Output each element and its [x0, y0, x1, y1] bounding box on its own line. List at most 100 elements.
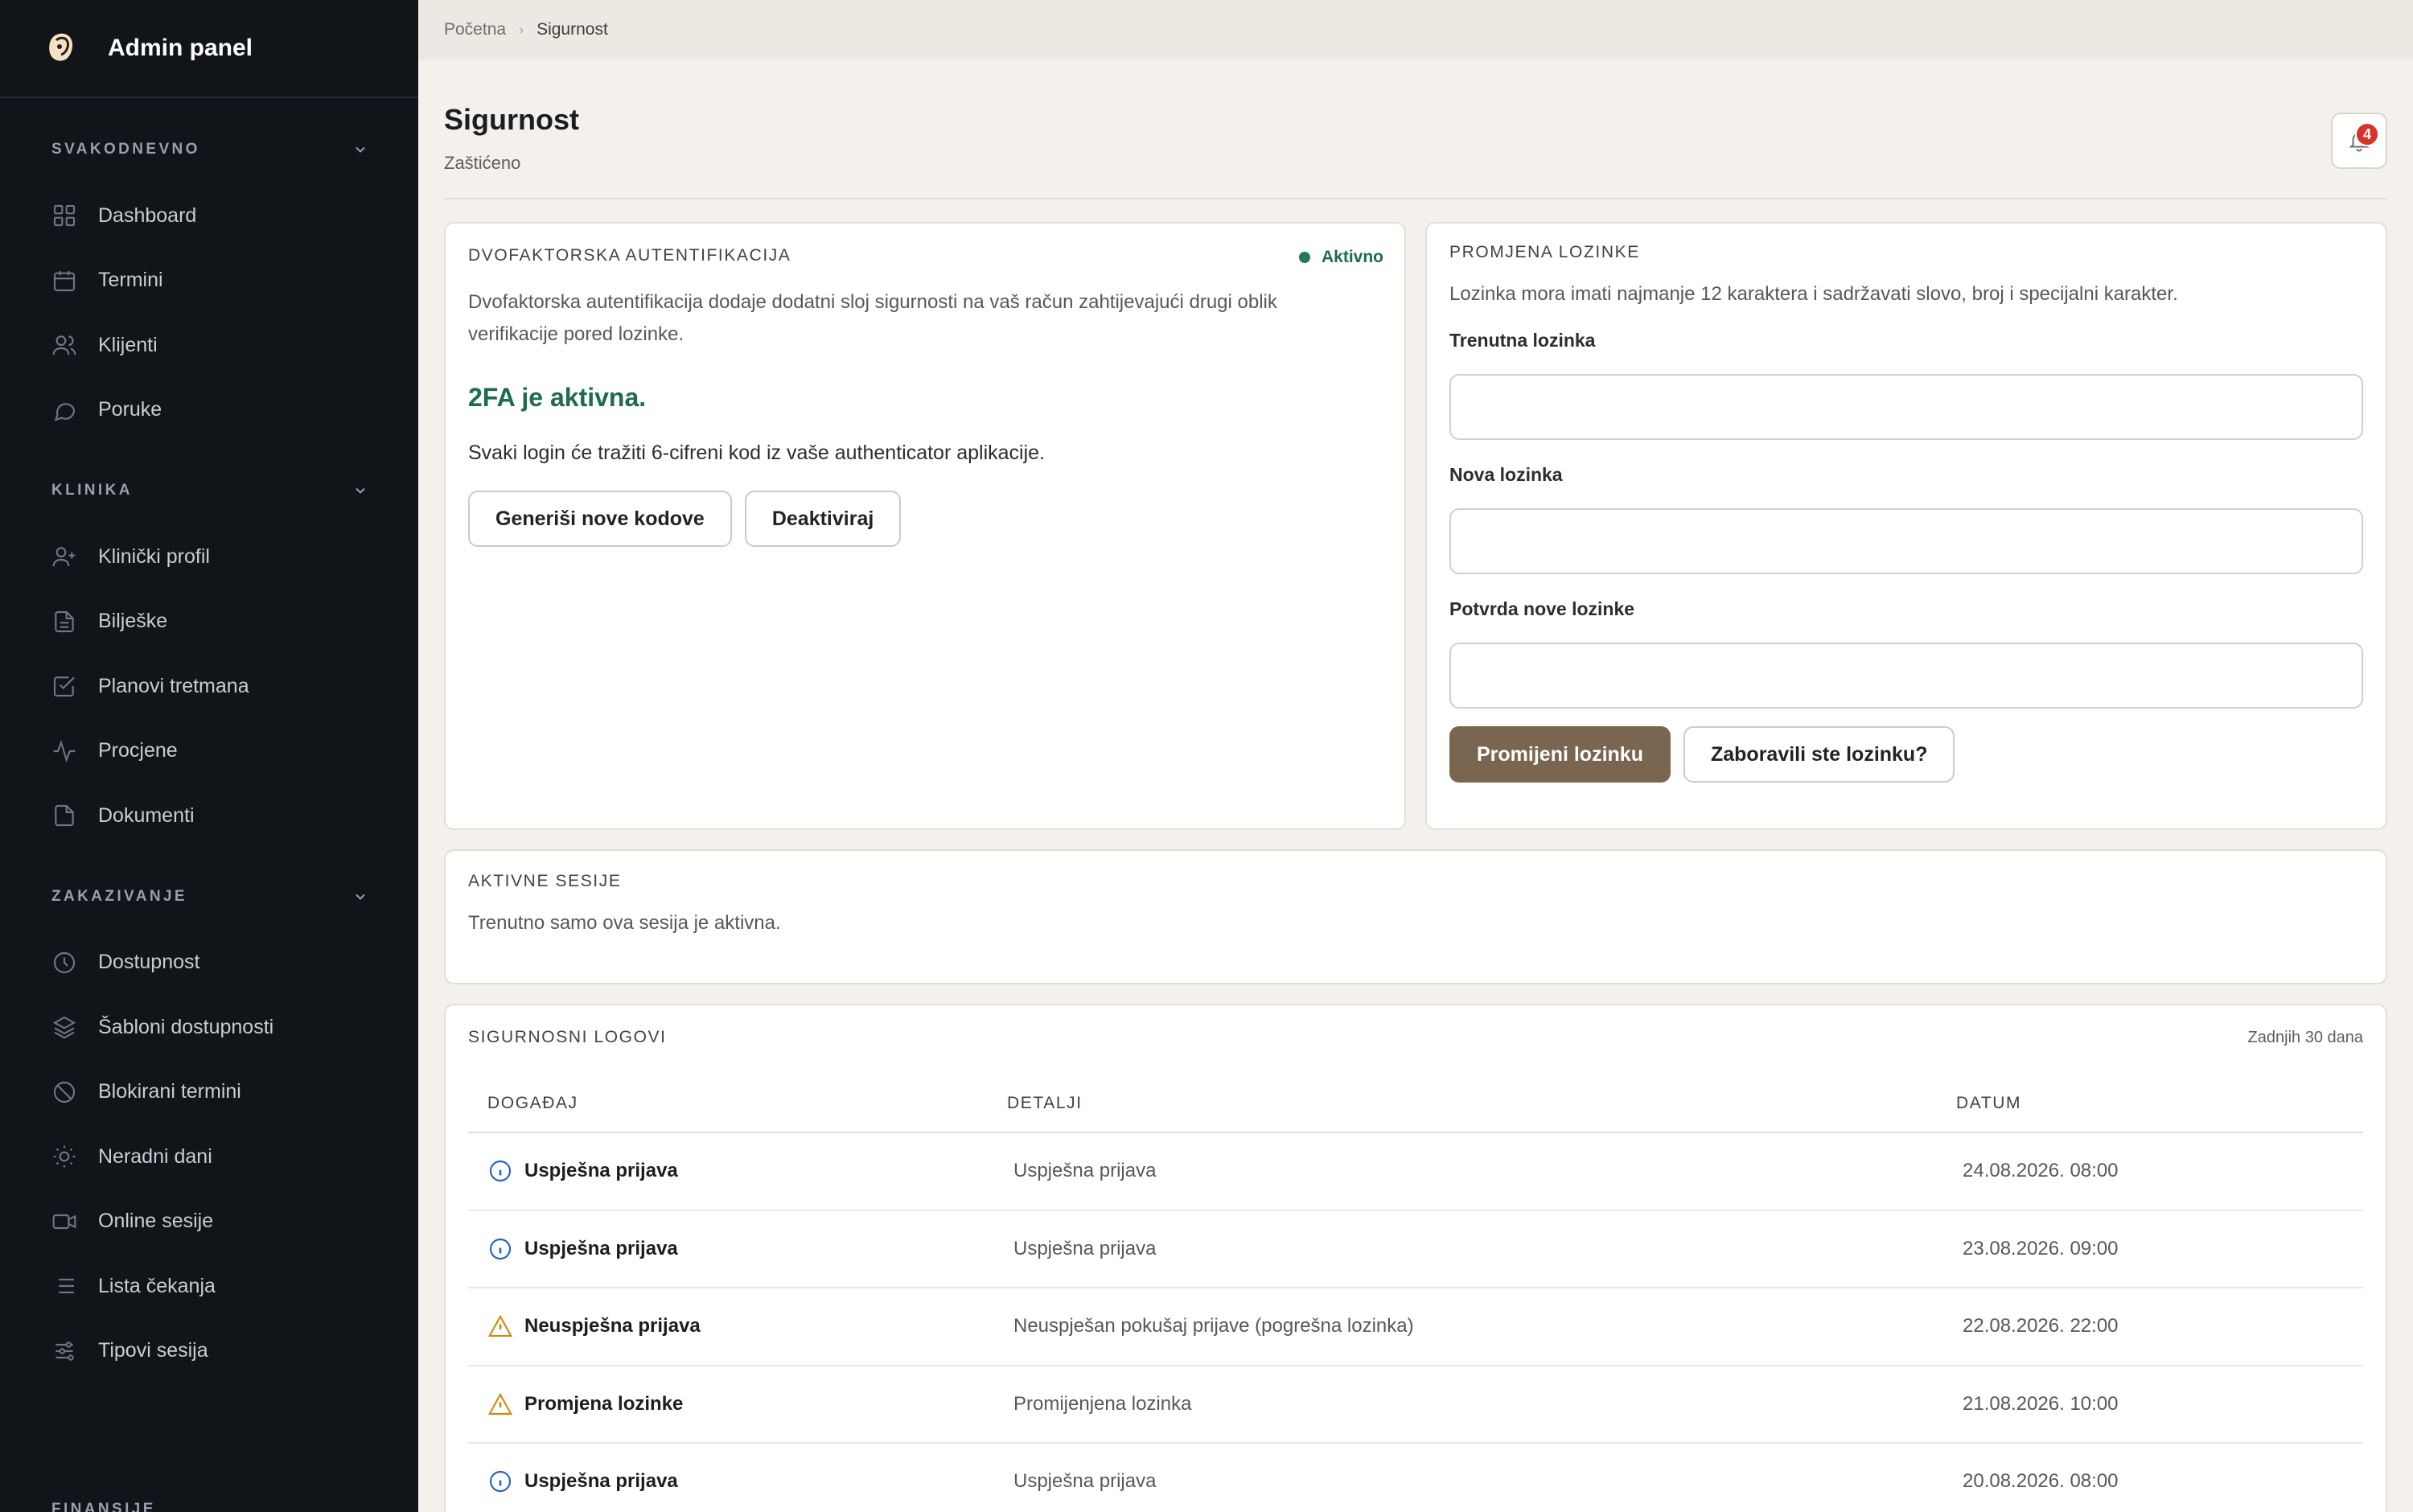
sidebar-item-lista-cekanja[interactable]: Lista čekanja	[0, 1254, 418, 1319]
sessions-card: AKTIVNE SESIJE Trenutno samo ova sesija …	[444, 849, 2387, 984]
password-hint: Lozinka mora imati najmanje 12 karaktera…	[1449, 283, 2178, 305]
sessions-text: Trenutno samo ova sesija je aktivna.	[468, 912, 781, 934]
log-date: 21.08.2026. 10:00	[1951, 1365, 2363, 1444]
section-title-finansije[interactable]: FINANSIJE	[51, 1501, 156, 1512]
nav-section-svakodnevno: SVAKODNEVNO Dashboard Termini Klijenti P…	[0, 98, 418, 475]
list-icon	[51, 1273, 77, 1299]
sidebar-item-label: Blokirani termini	[98, 1080, 241, 1103]
info-icon	[487, 1236, 513, 1262]
confirm-password-input[interactable]	[1449, 643, 2363, 709]
deactivate-button[interactable]: Deaktiviraj	[744, 491, 902, 547]
sidebar-item-online-sesije[interactable]: Online sesije	[0, 1189, 418, 1255]
notification-count-badge: 4	[2355, 122, 2379, 146]
section-toggle-klinika[interactable]: KLINIKA	[0, 475, 418, 507]
column-header-details[interactable]: DETALJI	[1002, 1074, 1951, 1133]
grid-icon	[51, 203, 77, 228]
logs-table: DOGAĐAJ DETALJI DATUM Uspješna prijava U…	[468, 1074, 2363, 1512]
sidebar-item-label: Dashboard	[98, 203, 197, 227]
section-toggle-svakodnevno[interactable]: SVAKODNEVNO	[0, 134, 418, 166]
sun-icon	[51, 1144, 77, 1169]
sidebar-item-procjene[interactable]: Procjene	[0, 719, 418, 784]
nav-section-klinika: KLINIKA Klinički profil Bilješke Planovi…	[0, 475, 418, 881]
sidebar-item-poruke[interactable]: Poruke	[0, 378, 418, 443]
table-row[interactable]: Promjena lozinke Promijenjena lozinka 21…	[468, 1365, 2363, 1444]
table-row[interactable]: Uspješna prijava Uspješna prijava 24.08.…	[468, 1132, 2363, 1211]
notifications-button[interactable]: 4	[2331, 113, 2387, 169]
breadcrumb-home[interactable]: Početna	[444, 20, 506, 39]
sidebar-item-label: Neradni dani	[98, 1144, 212, 1168]
layers-icon	[51, 1014, 77, 1040]
sidebar-item-label: Klijenti	[98, 333, 158, 356]
table-row[interactable]: Neuspješna prijava Neuspješan pokušaj pr…	[468, 1288, 2363, 1366]
log-event: Neuspješna prijava	[524, 1315, 701, 1337]
sidebar-item-klijenti[interactable]: Klijenti	[0, 313, 418, 378]
page-header: Sigurnost Zaštićeno 4	[444, 103, 2387, 199]
current-password-input[interactable]	[1449, 374, 2363, 440]
log-details: Promijenjena lozinka	[1002, 1365, 1951, 1444]
section-toggle-zakazivanje[interactable]: ZAKAZIVANJE	[0, 881, 418, 913]
twofa-note: Svaki login će tražiti 6-cifreni kod iz …	[468, 442, 1046, 464]
log-details: Uspješna prijava	[1002, 1210, 1951, 1288]
new-password-input[interactable]	[1449, 508, 2363, 574]
password-card: PROMJENA LOZINKE Lozinka mora imati najm…	[1425, 222, 2387, 830]
activity-icon	[51, 738, 77, 764]
log-event: Uspješna prijava	[524, 1470, 678, 1493]
sidebar-item-tipovi-sesija[interactable]: Tipovi sesija	[0, 1319, 418, 1384]
new-password-label: Nova lozinka	[1449, 464, 1563, 485]
sidebar-item-dokumenti[interactable]: Dokumenti	[0, 783, 418, 848]
column-header-event[interactable]: DOGAĐAJ	[468, 1074, 1002, 1133]
sidebar-item-klinicki-profil[interactable]: Klinički profil	[0, 524, 418, 590]
file-icon	[51, 803, 77, 828]
sidebar-item-neradni-dani[interactable]: Neradni dani	[0, 1124, 418, 1189]
status-dot-icon	[1298, 252, 1310, 263]
forgot-password-button[interactable]: Zaboravili ste lozinku?	[1683, 726, 1955, 783]
sidebar-item-dostupnost[interactable]: Dostupnost	[0, 931, 418, 996]
breadcrumb: Početna › Sigurnost	[418, 0, 2413, 60]
brand-logo-icon	[49, 33, 73, 61]
section-title: SVAKODNEVNO	[51, 141, 200, 158]
sidebar-item-termini[interactable]: Termini	[0, 249, 418, 314]
sidebar-item-sabloni-dostupnosti[interactable]: Šabloni dostupnosti	[0, 995, 418, 1060]
brand[interactable]: Admin panel	[0, 0, 418, 98]
log-details: Neuspješan pokušaj prijave (pogrešna loz…	[1002, 1288, 1951, 1366]
twofa-title: DVOFAKTORSKA AUTENTIFIKACIJA	[468, 246, 791, 265]
warning-icon	[487, 1313, 513, 1339]
log-event: Uspješna prijava	[524, 1160, 678, 1182]
chevron-down-icon	[356, 894, 365, 900]
sidebar-item-blokirani-termini[interactable]: Blokirani termini	[0, 1060, 418, 1125]
sidebar-item-biljeske[interactable]: Bilješke	[0, 590, 418, 655]
sidebar-item-dashboard[interactable]: Dashboard	[0, 183, 418, 249]
sidebar-item-label: Procjene	[98, 739, 178, 762]
breadcrumb-current: Sigurnost	[536, 20, 608, 39]
generate-codes-button[interactable]: Generiši nove kodove	[468, 491, 732, 547]
check-square-icon	[51, 673, 77, 699]
warning-icon	[487, 1391, 513, 1417]
table-row[interactable]: Uspješna prijava Uspješna prijava 23.08.…	[468, 1210, 2363, 1288]
sidebar-item-label: Klinički profil	[98, 544, 210, 568]
table-row[interactable]: Uspješna prijava Uspješna prijava 20.08.…	[468, 1443, 2363, 1512]
chevron-down-icon	[356, 146, 365, 153]
twofa-card: DVOFAKTORSKA AUTENTIFIKACIJA Aktivno Dvo…	[444, 222, 1406, 830]
clock-icon	[51, 950, 77, 976]
sidebar-item-label: Termini	[98, 269, 163, 292]
main-content: Početna › Sigurnost Sigurnost Zaštićeno …	[418, 0, 2413, 1512]
calendar-icon	[51, 268, 77, 294]
status-label: Aktivno	[1321, 248, 1383, 266]
column-header-date[interactable]: DATUM	[1951, 1074, 2363, 1133]
sidebar: Admin panel SVAKODNEVNO Dashboard Termin…	[0, 0, 418, 1512]
logs-card: SIGURNOSNI LOGOVI Zadnjih 30 dana DOGAĐA…	[444, 1004, 2387, 1512]
message-icon	[51, 397, 77, 423]
page-title: Sigurnost	[444, 103, 579, 136]
sidebar-item-planovi-tretmana[interactable]: Planovi tretmana	[0, 654, 418, 719]
log-date: 23.08.2026. 09:00	[1951, 1210, 2363, 1288]
change-password-button[interactable]: Promijeni lozinku	[1449, 726, 1671, 783]
ban-icon	[51, 1079, 77, 1105]
sidebar-item-label: Šabloni dostupnosti	[98, 1015, 274, 1038]
twofa-active-text: 2FA je aktivna.	[468, 383, 647, 412]
chevron-down-icon	[356, 487, 365, 494]
sidebar-item-label: Planovi tretmana	[98, 674, 249, 697]
sidebar-item-label: Poruke	[98, 398, 162, 421]
section-title: ZAKAZIVANJE	[51, 887, 187, 905]
log-date: 22.08.2026. 22:00	[1951, 1288, 2363, 1366]
page-subtitle: Zaštićeno	[444, 153, 521, 173]
